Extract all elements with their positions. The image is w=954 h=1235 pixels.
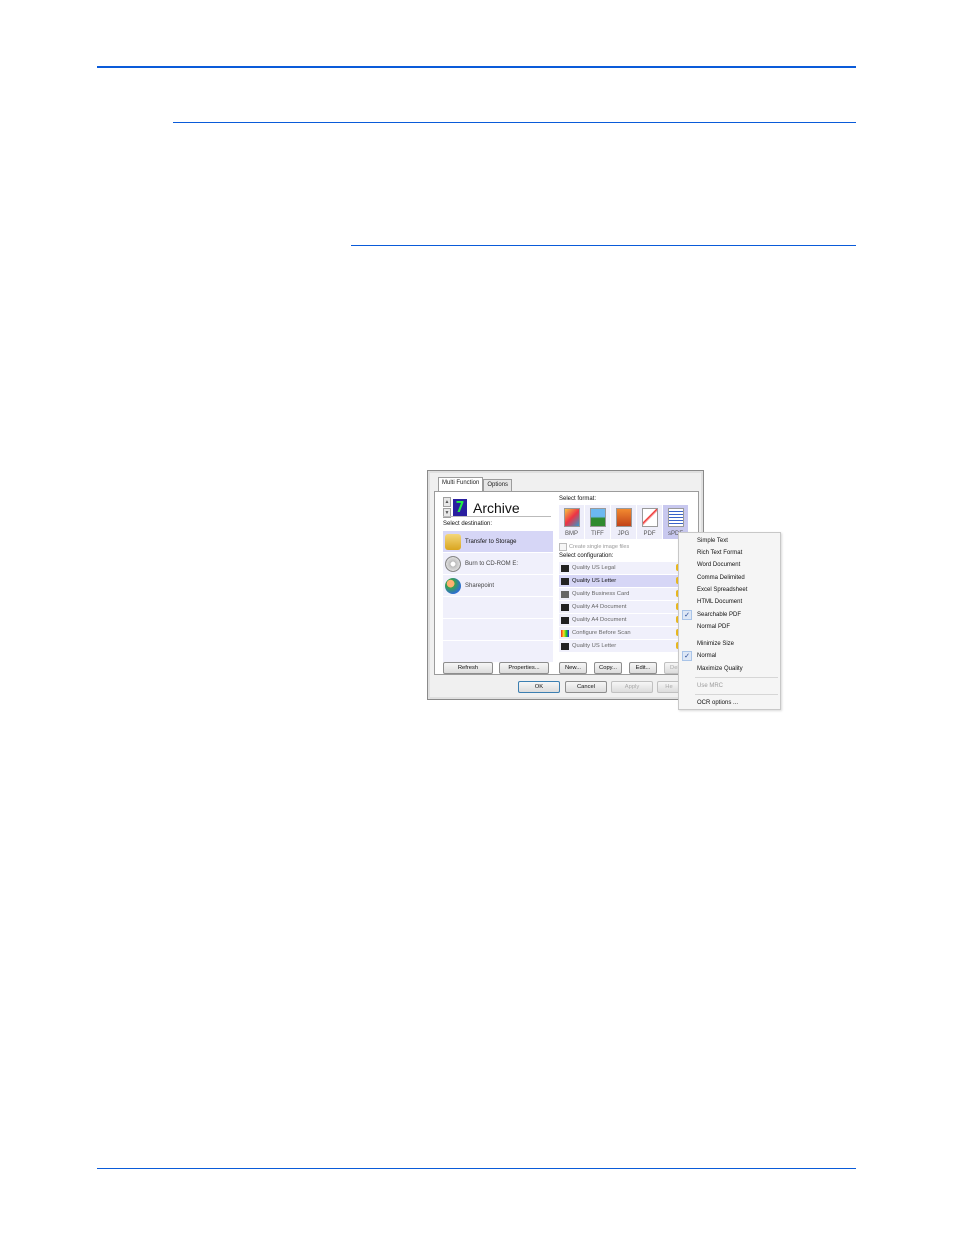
format-tiff[interactable]: TIFF	[585, 505, 610, 539]
scanner-icon	[561, 603, 569, 611]
configuration-list: Quality US Legal Quality US Letter Quali…	[559, 562, 683, 653]
scanner-icon	[561, 564, 569, 572]
configuration-item[interactable]: Quality A4 Document	[559, 601, 683, 613]
destination-label: Sharepoint	[465, 582, 495, 589]
destination-list: Transfer to Storage Burn to CD-ROM E: Sh…	[443, 531, 553, 663]
menu-item-html-document[interactable]: HTML Document	[679, 596, 780, 608]
configuration-item[interactable]: Configure Before Scan	[559, 627, 683, 639]
destination-item[interactable]	[443, 597, 553, 619]
refresh-button[interactable]: Refresh	[443, 662, 493, 674]
menu-item-normal[interactable]: ✓ Normal	[679, 650, 780, 662]
destination-item[interactable]: Burn to CD-ROM E:	[443, 553, 553, 575]
configuration-label: Quality US Legal	[572, 565, 616, 571]
jpg-file-icon	[615, 508, 632, 527]
format-list: BMP TIFF JPG PDF sPDF	[559, 505, 688, 539]
configuration-item[interactable]: Quality US Legal	[559, 562, 683, 574]
checkbox-box	[559, 543, 567, 551]
select-format-label: Select format:	[559, 496, 597, 502]
menu-item-word-document[interactable]: Word Document	[679, 559, 780, 571]
scanner-icon	[561, 577, 569, 585]
menu-item-minimize-size[interactable]: Minimize Size	[679, 638, 780, 650]
configuration-item[interactable]: Quality US Letter	[559, 575, 683, 587]
spin-up-button[interactable]: ▲	[443, 497, 451, 507]
spdf-format-context-menu: Simple Text Rich Text Format Word Docume…	[678, 532, 781, 710]
header-rule	[97, 66, 856, 68]
checkbox-label: Create single image files	[569, 544, 630, 550]
tab-multi-function[interactable]: Multi Function	[438, 477, 484, 491]
tab-bar: Multi Function Options	[438, 477, 513, 491]
menu-separator	[695, 694, 778, 695]
sharepoint-icon	[445, 577, 461, 594]
tab-options[interactable]: Options	[483, 479, 513, 491]
configure-icon	[561, 629, 569, 637]
group-title: Archive	[473, 499, 520, 516]
menu-item-rich-text-format[interactable]: Rich Text Format	[679, 547, 780, 559]
menu-separator	[695, 677, 778, 678]
destination-item[interactable]	[443, 619, 553, 641]
footer-rule	[97, 1168, 856, 1169]
menu-item-use-mrc[interactable]: Use MRC	[679, 680, 780, 692]
menu-item-searchable-pdf[interactable]: ✓ Searchable PDF	[679, 609, 780, 621]
configuration-item[interactable]: Quality US Letter	[559, 640, 683, 652]
properties-dialog: Multi Function Options ▲ ▼ 7 Archive Sel…	[427, 470, 704, 700]
configuration-label: Quality US Letter	[572, 578, 617, 584]
cd-drive-icon	[445, 555, 461, 572]
configuration-item[interactable]: Quality A4 Document	[559, 614, 683, 626]
checkmark-icon: ✓	[682, 610, 692, 620]
format-label: JPG	[617, 531, 630, 537]
group-spinner: ▲ ▼	[443, 497, 451, 518]
destination-group-header: ▲ ▼ 7 Archive	[443, 497, 520, 518]
scanner-icon	[561, 642, 569, 650]
menu-item-normal-pdf[interactable]: Normal PDF	[679, 621, 780, 633]
ok-button[interactable]: OK	[518, 681, 560, 693]
destination-item[interactable]: Sharepoint	[443, 575, 553, 597]
bmp-file-icon	[563, 508, 580, 527]
format-bmp[interactable]: BMP	[559, 505, 584, 539]
format-label: BMP	[564, 531, 578, 537]
tab-panel: ▲ ▼ 7 Archive Select destination: Transf…	[434, 491, 699, 675]
configuration-label: Quality US Letter	[572, 643, 617, 649]
destination-item[interactable]: Transfer to Storage	[443, 531, 553, 553]
destination-label: Burn to CD-ROM E:	[465, 560, 519, 567]
section-rule	[173, 122, 856, 123]
spdf-file-icon	[667, 508, 684, 527]
tiff-file-icon	[589, 508, 606, 527]
format-pdf[interactable]: PDF	[637, 505, 662, 539]
checkmark-icon: ✓	[682, 651, 692, 661]
apply-button[interactable]: Apply	[611, 681, 653, 693]
group-number: 7	[453, 499, 467, 516]
pdf-file-icon	[641, 508, 658, 527]
card-scanner-icon	[561, 590, 569, 598]
copy-button[interactable]: Copy...	[594, 662, 622, 674]
select-configuration-label: Select configuration:	[559, 553, 614, 559]
create-single-image-files-checkbox[interactable]: Create single image files	[559, 543, 629, 551]
subsection-rule	[351, 245, 856, 246]
configuration-label: Quality A4 Document	[572, 617, 627, 623]
menu-item-ocr-options[interactable]: OCR options ...	[679, 697, 780, 709]
scanner-icon	[561, 616, 569, 624]
select-destination-label: Select destination:	[443, 521, 493, 527]
folder-storage-icon	[445, 533, 461, 550]
destination-label: Transfer to Storage	[465, 538, 517, 545]
new-button[interactable]: New...	[559, 662, 587, 674]
title-underline	[443, 516, 551, 517]
menu-item-maximize-quality[interactable]: Maximize Quality	[679, 663, 780, 675]
cancel-button[interactable]: Cancel	[565, 681, 607, 693]
menu-item-excel-spreadsheet[interactable]: Excel Spreadsheet	[679, 584, 780, 596]
edit-button[interactable]: Edit...	[629, 662, 657, 674]
menu-item-comma-delimited[interactable]: Comma Delimited	[679, 572, 780, 584]
menu-item-simple-text[interactable]: Simple Text	[679, 535, 780, 547]
configuration-label: Quality Business Card	[572, 591, 630, 597]
format-label: PDF	[643, 531, 656, 537]
configuration-label: Quality A4 Document	[572, 604, 627, 610]
destination-item[interactable]	[443, 641, 553, 663]
format-jpg[interactable]: JPG	[611, 505, 636, 539]
configuration-item[interactable]: Quality Business Card	[559, 588, 683, 600]
properties-button[interactable]: Properties...	[499, 662, 549, 674]
format-label: TIFF	[591, 531, 604, 537]
configuration-label: Configure Before Scan	[572, 630, 631, 636]
